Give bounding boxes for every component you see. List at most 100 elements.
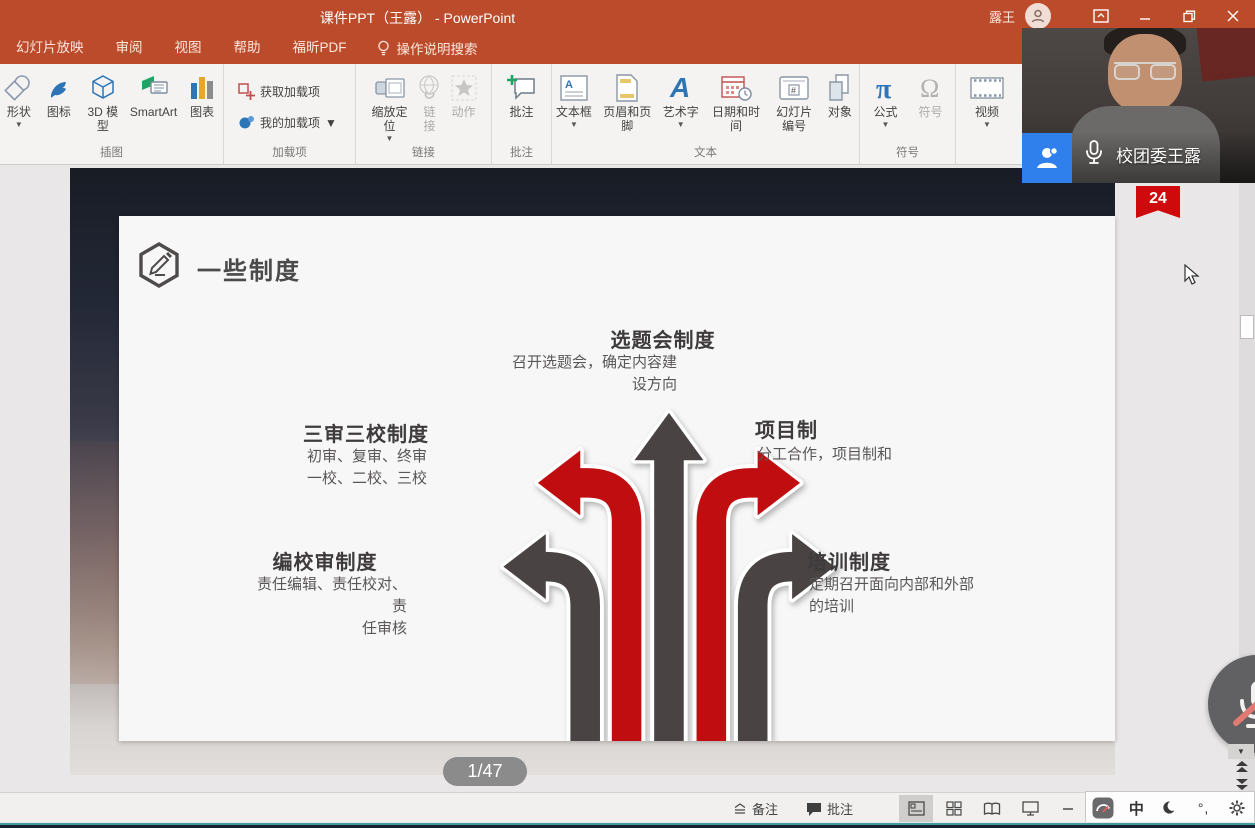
person-icon — [1033, 144, 1061, 172]
smartart-button[interactable]: SmartArt — [127, 70, 180, 120]
slide[interactable]: 一些制度 — [70, 168, 1115, 775]
slide-canvas: 一些制度 — [0, 165, 1255, 792]
slide-content-card[interactable]: 一些制度 — [119, 216, 1115, 741]
svg-text:π: π — [876, 74, 892, 103]
microphone-icon — [1084, 140, 1104, 171]
scrollbar-menu-button[interactable]: ▼ — [1228, 744, 1254, 759]
account-name[interactable]: 露王 — [989, 7, 1015, 26]
pi-icon: π — [871, 71, 901, 105]
icons-icon — [44, 71, 74, 105]
wordart-button[interactable]: A 艺术字 ▼ — [659, 70, 703, 130]
ime-language-mode-button[interactable]: 中 — [1120, 792, 1154, 824]
item-title-three-reviews: 三审三校制度 — [256, 418, 476, 447]
shapes-button[interactable]: 形状 ▼ — [1, 70, 37, 130]
next-slide-button[interactable] — [1234, 777, 1250, 791]
slideshow-view-button[interactable] — [1013, 795, 1047, 823]
date-time-icon — [720, 71, 752, 105]
shapes-icon — [4, 71, 34, 105]
dropdown-caret-icon: ▼ — [882, 121, 890, 129]
notes-toggle[interactable]: 备注 — [721, 793, 790, 825]
person-icon — [1030, 8, 1046, 24]
ime-logo-icon — [1092, 797, 1114, 819]
mouse-cursor — [1184, 264, 1200, 291]
date-time-button[interactable]: 日期和时间 — [705, 70, 768, 134]
previous-slide-button[interactable] — [1234, 760, 1250, 774]
slide-count-badge[interactable]: 24 — [1136, 186, 1180, 218]
chart-button[interactable]: 图表 — [182, 70, 222, 120]
comments-toggle[interactable]: 批注 — [794, 793, 865, 825]
video-button[interactable]: 视频 ▼ — [964, 70, 1010, 130]
powerpoint-window: 课件PPT（王露） - PowerPoint 露王 幻灯片放映 审阅 视图 帮助 — [0, 0, 1255, 828]
minimize-icon — [1139, 10, 1151, 22]
header-footer-button[interactable]: 页眉和页脚 — [598, 70, 657, 134]
zoom-slides-icon — [374, 71, 406, 105]
item-title-topic-meeting: 选题会制度 — [553, 324, 773, 353]
wordart-icon: A — [666, 71, 696, 105]
zoom-link-button[interactable]: 缩放定位 ▼ — [364, 70, 416, 144]
omega-icon: Ω — [916, 71, 946, 105]
item-desc-project-system: 分工合作，项目制和 — [757, 444, 892, 466]
normal-view-button[interactable] — [899, 795, 933, 823]
group-label-symbols: 符号 — [860, 144, 955, 164]
new-comment-button[interactable]: 批注 — [503, 70, 541, 120]
zoom-out-button[interactable] — [1051, 795, 1085, 823]
slide-number-icon: # — [778, 71, 810, 105]
tell-me-label: 操作说明搜索 — [397, 38, 478, 58]
text-box-icon: A — [559, 71, 589, 105]
ime-fullwidth-moon-button[interactable] — [1153, 792, 1187, 824]
object-button[interactable]: 对象 — [821, 70, 859, 120]
action-star-icon — [451, 71, 477, 105]
wall-poster — [1196, 28, 1255, 81]
item-desc-topic-meeting: 召开选题会，确定内容建 设方向 — [512, 352, 677, 396]
group-label-links: 链接 — [356, 144, 491, 164]
normal-view-icon — [908, 801, 925, 816]
item-desc-edit-review: 责任编辑、责任校对、责 任审核 — [247, 574, 407, 640]
tab-slideshow[interactable]: 幻灯片放映 — [0, 32, 100, 64]
participant-tile-button[interactable] — [1022, 133, 1072, 183]
equation-button[interactable]: π 公式 ▼ — [864, 70, 908, 130]
reading-view-button[interactable] — [975, 795, 1009, 823]
dropdown-caret-icon: ▼ — [15, 121, 23, 129]
dropdown-caret-icon: ▼ — [677, 121, 685, 129]
tab-view[interactable]: 视图 — [159, 32, 218, 64]
slide-number-button[interactable]: # 幻灯片编号 — [769, 70, 819, 134]
dropdown-caret-icon: ▼ — [325, 116, 337, 130]
my-addins-button[interactable]: 我的加载项 ▼ — [232, 110, 343, 135]
svg-text:A: A — [669, 73, 690, 103]
gear-icon — [1228, 799, 1246, 817]
slide-sorter-view-button[interactable] — [937, 795, 971, 823]
restore-icon — [1183, 10, 1196, 23]
window-bottom-edge — [0, 822, 1255, 828]
svg-text:Ω: Ω — [920, 74, 939, 103]
3d-models-button[interactable]: 3D 模型 — [81, 70, 125, 134]
tab-foxit-pdf[interactable]: 福昕PDF — [277, 32, 363, 64]
comment-bubble-icon — [806, 802, 822, 816]
tab-help[interactable]: 帮助 — [218, 32, 277, 64]
tell-me-search[interactable]: 操作说明搜索 — [377, 38, 478, 58]
ribbon-group-comments: 批注 批注 — [492, 64, 552, 164]
text-box-button[interactable]: A 文本框 ▼ — [552, 70, 596, 130]
get-addins-button[interactable]: 获取加载项 — [232, 79, 326, 104]
mute-microphone-widget[interactable] — [1208, 655, 1255, 753]
svg-text:A: A — [565, 79, 573, 91]
ime-toolbar: 中 °, — [1085, 791, 1255, 825]
tab-review[interactable]: 审阅 — [100, 32, 159, 64]
chart-icon — [188, 71, 216, 105]
action-button: 动作 — [444, 70, 484, 120]
group-label-text: 文本 — [552, 144, 859, 164]
group-label-comments: 批注 — [492, 144, 551, 164]
ribbon-display-icon — [1093, 9, 1109, 23]
ime-settings-button[interactable] — [1220, 792, 1254, 824]
ime-punctuation-button[interactable]: °, — [1187, 792, 1221, 824]
scrollbar-thumb[interactable] — [1240, 315, 1254, 339]
icons-button[interactable]: 图标 — [39, 70, 79, 120]
ime-logo-button[interactable] — [1086, 792, 1120, 824]
close-icon — [1227, 10, 1239, 22]
moon-icon — [1162, 800, 1178, 816]
account-avatar[interactable] — [1025, 3, 1051, 29]
webcam-overlay[interactable]: 校团委王露 — [1022, 28, 1255, 183]
ribbon-group-symbols: π 公式 ▼ Ω 符号 符号 — [860, 64, 956, 164]
ribbon-group-text: A 文本框 ▼ 页眉和页脚 A 艺术字 ▼ 日期和时间 — [552, 64, 860, 164]
my-addins-icon — [238, 114, 255, 131]
link-button: 链 接 — [418, 70, 442, 134]
